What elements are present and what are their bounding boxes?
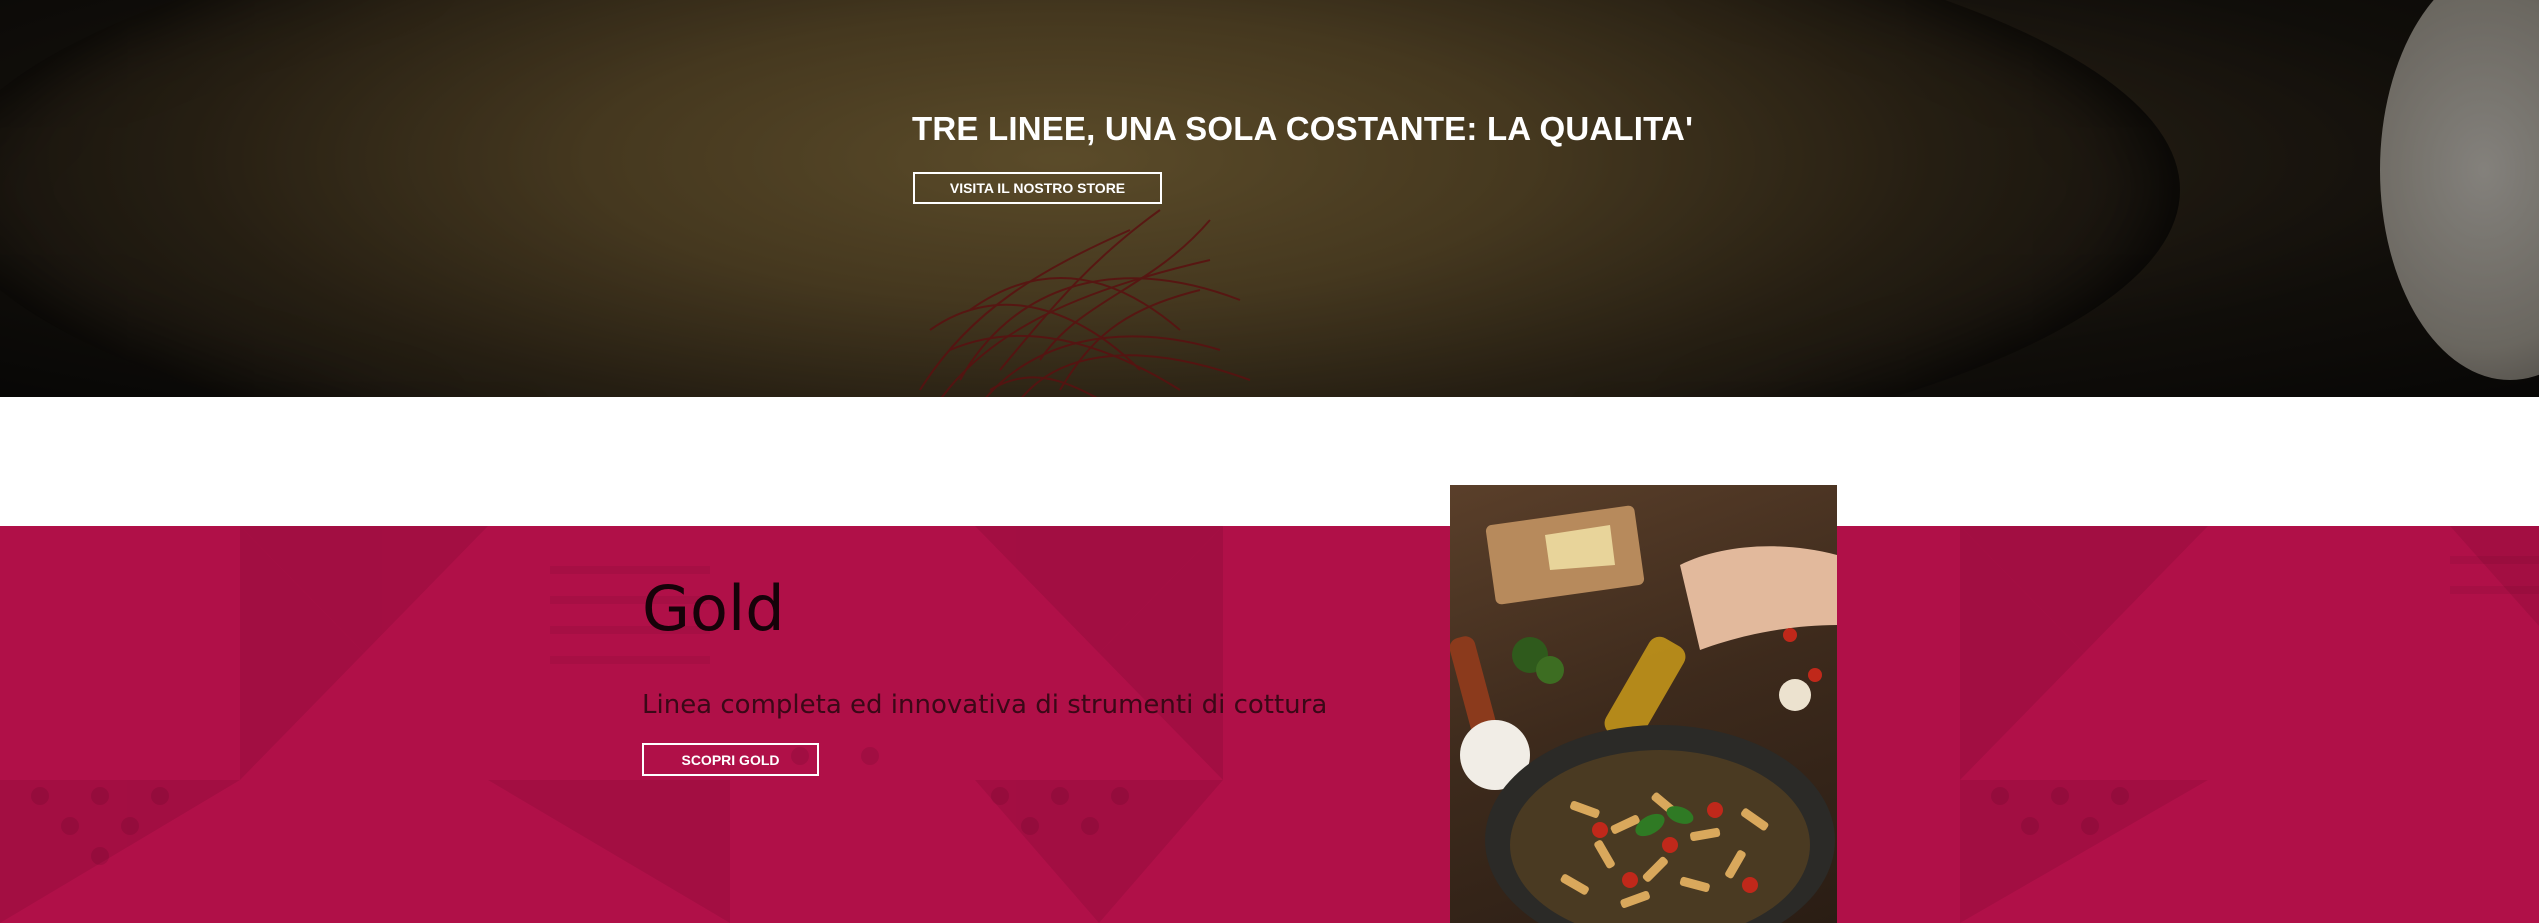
geometric-background-pattern <box>0 526 2539 923</box>
discover-gold-button[interactable]: SCOPRI GOLD <box>642 743 819 776</box>
gold-title: Gold <box>642 572 785 645</box>
hero-overlay <box>0 0 2539 397</box>
hero-title: TRE LINEE, UNA SOLA COSTANTE: LA QUALITA… <box>912 110 1694 147</box>
pasta-pan-photo <box>1450 485 1837 923</box>
gold-description: Linea completa ed innovativa di strument… <box>642 690 1328 720</box>
visit-store-button[interactable]: VISITA IL NOSTRO STORE <box>913 172 1162 204</box>
hero-banner <box>0 0 2539 397</box>
gold-product-section <box>0 526 2539 923</box>
